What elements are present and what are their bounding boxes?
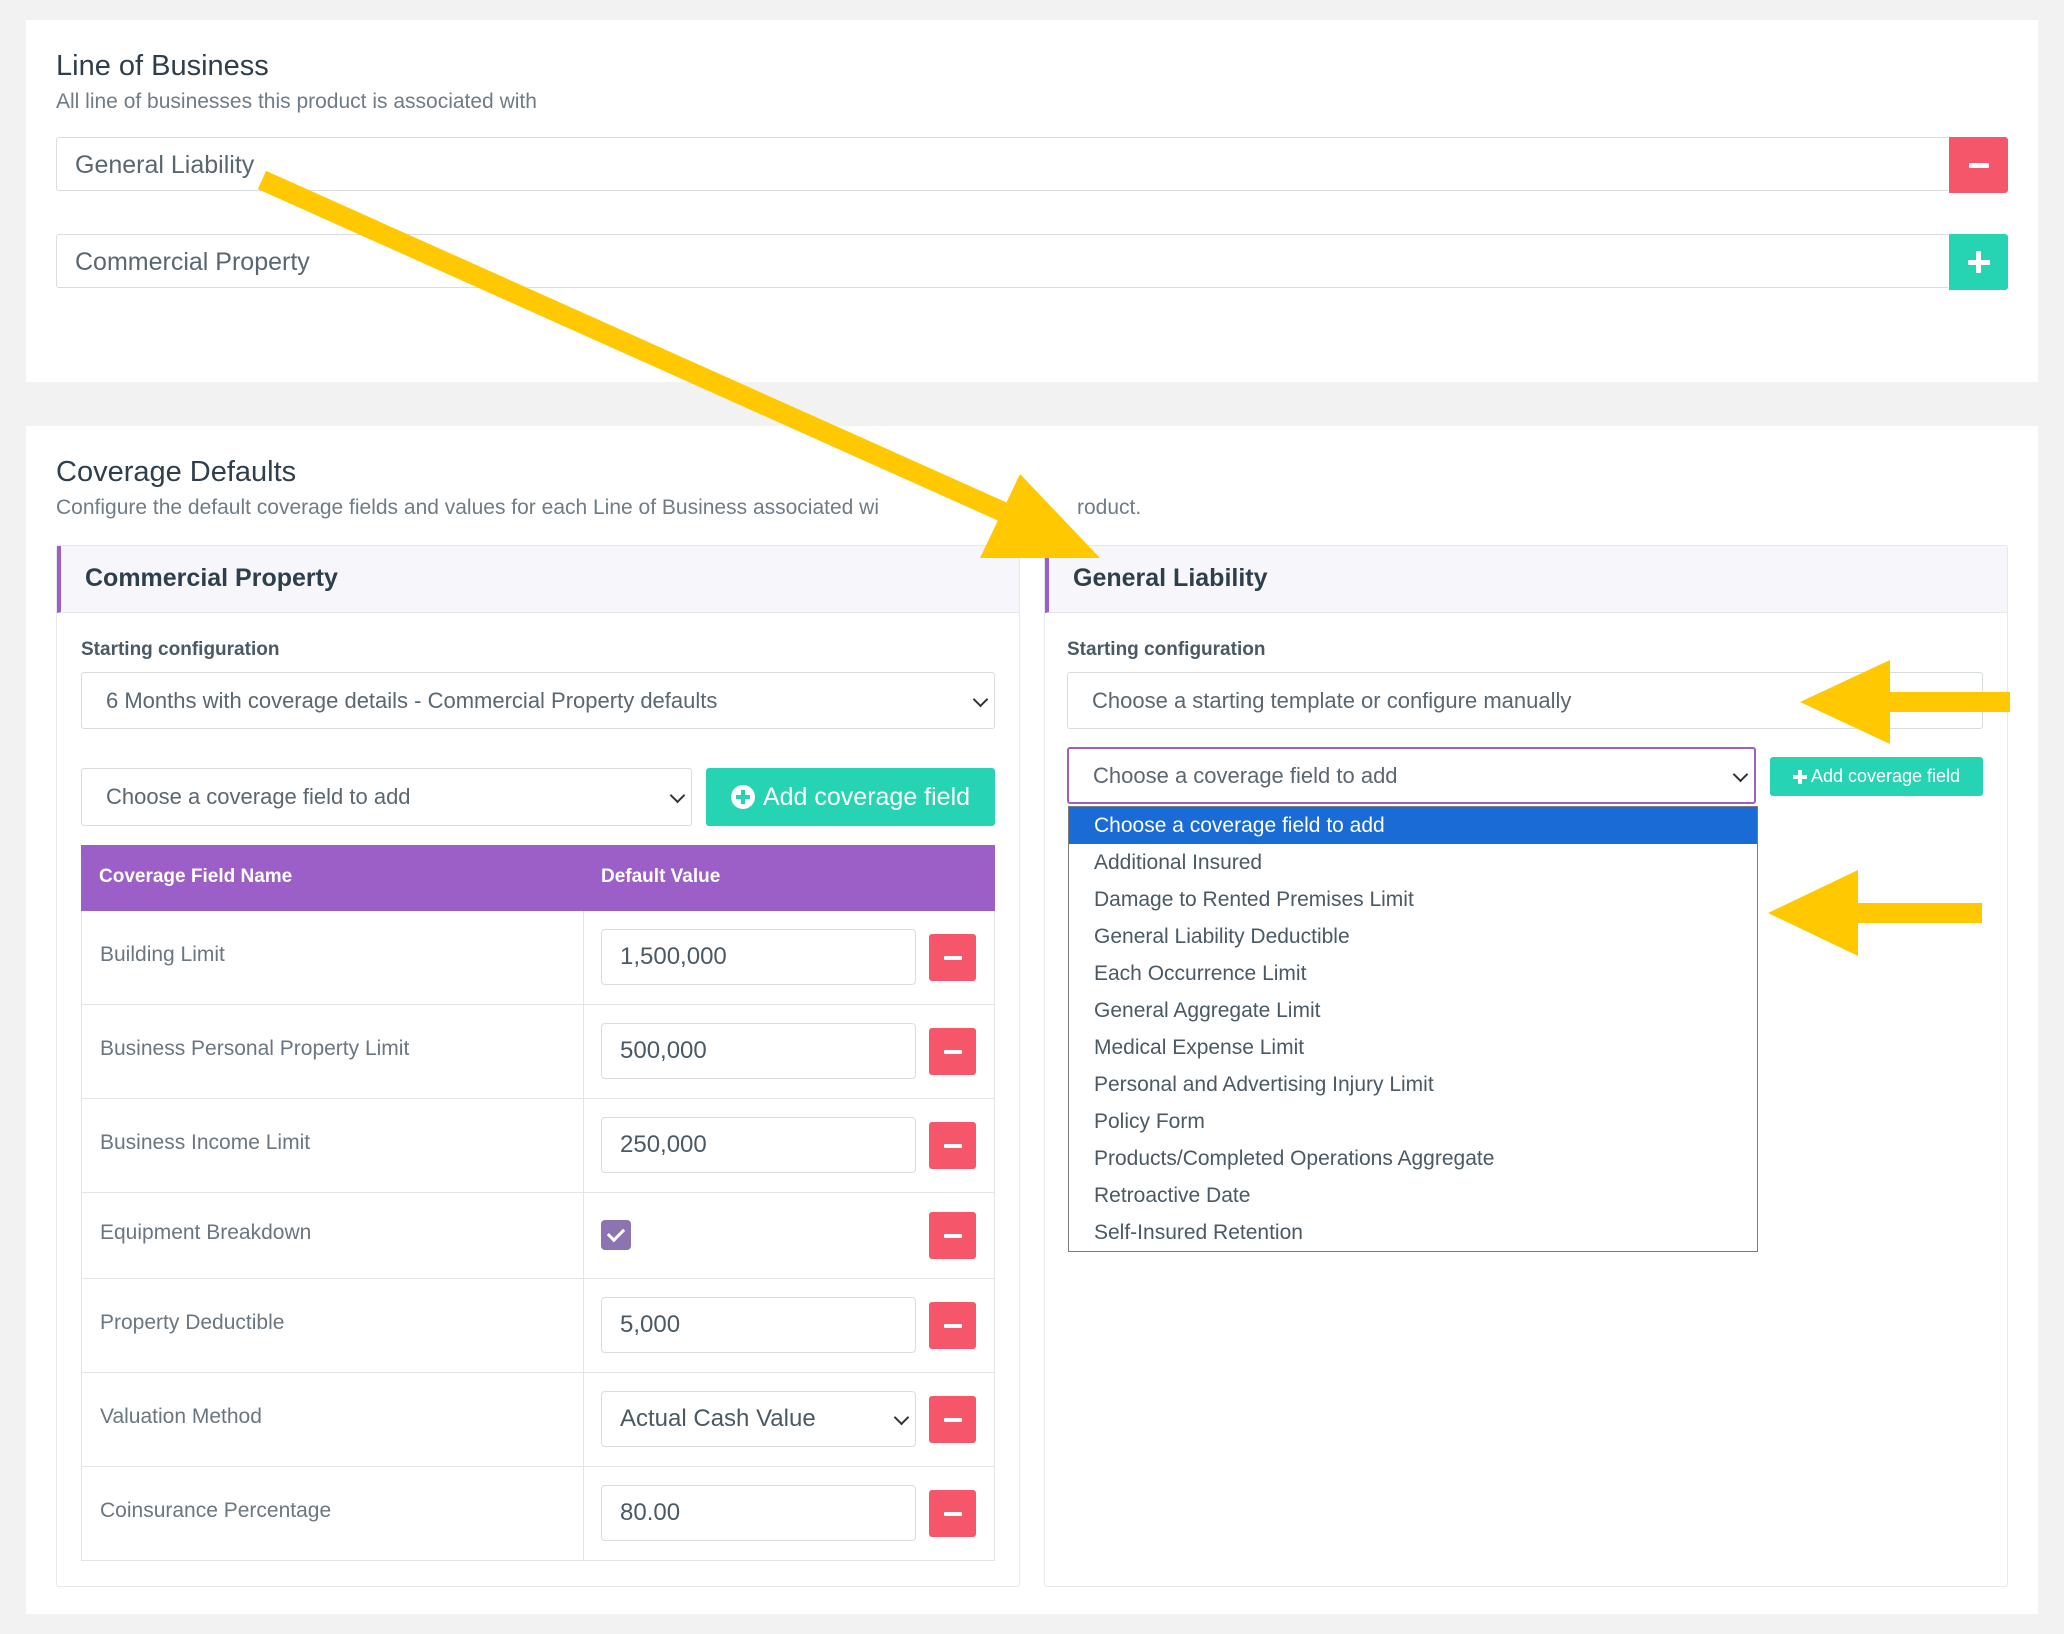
dropdown-option[interactable]: Policy Form — [1069, 1103, 1757, 1140]
default-value-input[interactable]: 80.00 — [601, 1485, 916, 1541]
panel-title: General Liability — [1073, 564, 1268, 592]
add-coverage-field-label: Add coverage field — [762, 782, 971, 811]
column-divider — [583, 1373, 584, 1466]
coverage-field-select-value: Choose a coverage field to add — [106, 784, 411, 809]
minus-icon — [943, 1417, 962, 1422]
remove-row-button[interactable] — [929, 1302, 976, 1349]
chevron-down-icon — [893, 1409, 910, 1426]
column-divider — [583, 1279, 584, 1372]
plus-icon — [1967, 251, 1990, 273]
default-value-input[interactable]: 250,000 — [601, 1117, 916, 1173]
table-row: Business Personal Property Limit 500,000 — [81, 1005, 995, 1099]
starting-template-select[interactable]: Choose a starting template or configure … — [1067, 672, 1983, 729]
coverage-field-name: Valuation Method — [100, 1405, 262, 1428]
panel-commercial-property: Commercial Property Starting configurati… — [56, 545, 1020, 1587]
add-coverage-field-label: Add coverage field — [1810, 766, 1961, 786]
lob-label: General Liability — [56, 137, 1948, 191]
lob-row-commercial-property: Commercial Property — [56, 234, 2008, 290]
chevron-down-icon — [1732, 766, 1749, 782]
remove-row-button[interactable] — [929, 1212, 976, 1259]
remove-row-button[interactable] — [929, 1396, 976, 1443]
coverage-field-name: Equipment Breakdown — [100, 1221, 312, 1244]
table-row: Equipment Breakdown — [81, 1193, 995, 1279]
add-lob-button[interactable] — [1949, 234, 2008, 290]
dropdown-option[interactable]: Products/Completed Operations Aggregate — [1069, 1140, 1757, 1177]
starting-config-value: 6 Months with coverage details - Commerc… — [106, 688, 718, 713]
lob-row-general-liability: General Liability — [56, 137, 2008, 193]
column-divider — [583, 1193, 584, 1278]
plus-circle-icon — [730, 785, 755, 809]
remove-row-button[interactable] — [929, 934, 976, 981]
remove-row-button[interactable] — [929, 1028, 976, 1075]
panel-header: General Liability — [1045, 546, 2007, 613]
add-coverage-field-button[interactable]: Add coverage field — [1770, 757, 1983, 796]
dropdown-option[interactable]: Each Occurrence Limit — [1069, 955, 1757, 992]
coverage-title: Coverage Defaults — [56, 456, 297, 488]
chevron-down-icon — [972, 691, 989, 707]
coverage-field-select[interactable]: Choose a coverage field to add — [1067, 747, 1756, 804]
starting-config-select[interactable]: 6 Months with coverage details - Commerc… — [81, 672, 995, 729]
starting-config-label: Starting configuration — [81, 639, 280, 660]
dropdown-option[interactable]: Choose a coverage field to add — [1069, 807, 1757, 844]
dropdown-option[interactable]: General Liability Deductible — [1069, 918, 1757, 955]
table-row: Valuation Method Actual Cash Value — [81, 1373, 995, 1467]
minus-icon — [943, 1049, 962, 1054]
column-divider — [583, 1005, 584, 1098]
remove-row-button[interactable] — [929, 1122, 976, 1169]
table-row: Business Income Limit 250,000 — [81, 1099, 995, 1193]
dropdown-option[interactable]: Self-Insured Retention — [1069, 1214, 1757, 1251]
minus-icon — [943, 1143, 962, 1148]
header-default-value: Default Value — [601, 866, 721, 887]
table-row: Building Limit 1,500,000 — [81, 911, 995, 1005]
lob-title: Line of Business — [56, 50, 269, 82]
coverage-field-select-value: Choose a coverage field to add — [1093, 763, 1398, 788]
line-of-business-card: Line of Business All line of businesses … — [26, 20, 2038, 382]
plus-icon — [1792, 769, 1807, 784]
lob-label: Commercial Property — [56, 234, 1948, 288]
minus-icon — [943, 955, 962, 960]
table-row: Coinsurance Percentage 80.00 — [81, 1467, 995, 1561]
dropdown-option[interactable]: Retroactive Date — [1069, 1177, 1757, 1214]
coverage-subtitle-start: Configure the default coverage fields an… — [56, 496, 879, 519]
panel-title: Commercial Property — [85, 564, 338, 592]
coverage-field-select[interactable]: Choose a coverage field to add — [81, 768, 692, 826]
column-divider — [583, 1099, 584, 1192]
dropdown-option[interactable]: General Aggregate Limit — [1069, 992, 1757, 1029]
coverage-subtitle: Configure the default coverage fields an… — [56, 496, 1141, 520]
table-header: Coverage Field Name Default Value — [81, 845, 995, 911]
remove-lob-button[interactable] — [1949, 137, 2008, 193]
default-value-input[interactable]: 1,500,000 — [601, 929, 916, 985]
minus-icon — [943, 1511, 962, 1516]
remove-row-button[interactable] — [929, 1490, 976, 1537]
add-coverage-field-button[interactable]: Add coverage field — [706, 768, 995, 826]
coverage-field-name: Business Personal Property Limit — [100, 1037, 410, 1060]
dropdown-option[interactable]: Medical Expense Limit — [1069, 1029, 1757, 1066]
default-value-input[interactable]: 500,000 — [601, 1023, 916, 1079]
coverage-subtitle-end: roduct. — [1077, 496, 1142, 519]
table-row: Property Deductible 5,000 — [81, 1279, 995, 1373]
equipment-breakdown-checkbox[interactable] — [601, 1220, 631, 1250]
coverage-field-name: Building Limit — [100, 943, 225, 966]
starting-template-placeholder: Choose a starting template or configure … — [1092, 688, 1572, 713]
starting-config-label: Starting configuration — [1067, 639, 1266, 660]
minus-icon — [1968, 162, 1989, 168]
dropdown-option[interactable]: Additional Insured — [1069, 844, 1757, 881]
valuation-method-value: Actual Cash Value — [620, 1405, 816, 1432]
coverage-field-name: Business Income Limit — [100, 1131, 311, 1154]
chevron-down-icon — [669, 787, 686, 804]
dropdown-option[interactable]: Damage to Rented Premises Limit — [1069, 881, 1757, 918]
header-field-name: Coverage Field Name — [99, 866, 293, 887]
lob-subtitle: All line of businesses this product is a… — [56, 90, 537, 113]
coverage-field-name: Property Deductible — [100, 1311, 285, 1334]
coverage-field-dropdown: Choose a coverage field to add Additiona… — [1068, 806, 1758, 1252]
minus-icon — [943, 1233, 962, 1238]
column-divider — [583, 1467, 584, 1560]
minus-icon — [943, 1323, 962, 1328]
coverage-field-name: Coinsurance Percentage — [100, 1499, 332, 1522]
valuation-method-select[interactable]: Actual Cash Value — [601, 1391, 916, 1447]
column-divider — [583, 911, 584, 1004]
panel-header: Commercial Property — [57, 546, 1019, 613]
default-value-input[interactable]: 5,000 — [601, 1297, 916, 1353]
dropdown-option[interactable]: Personal and Advertising Injury Limit — [1069, 1066, 1757, 1103]
